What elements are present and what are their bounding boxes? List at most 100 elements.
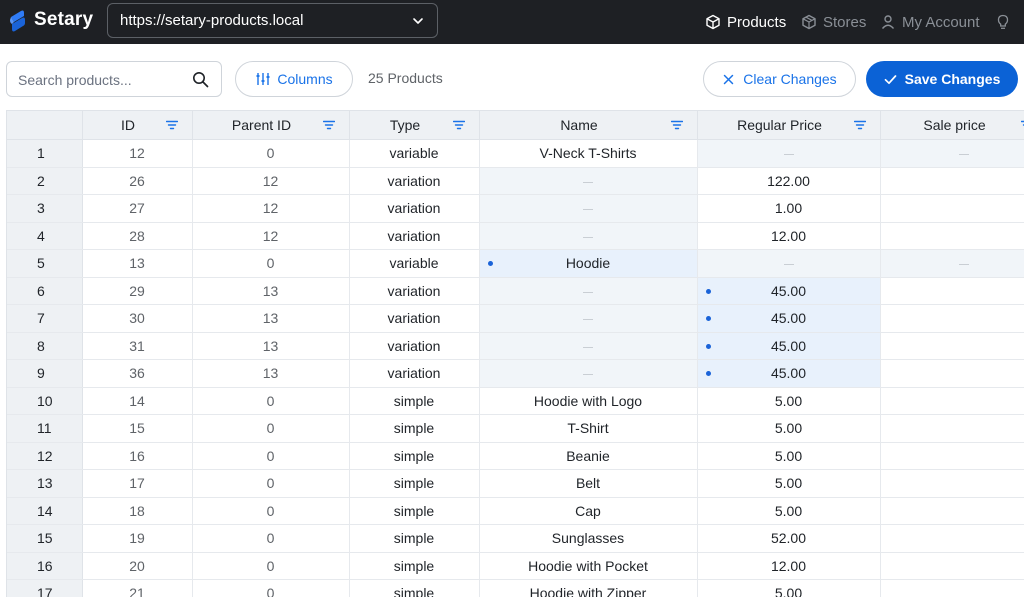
cell-id[interactable]: 18 xyxy=(82,497,193,525)
filter-icon[interactable] xyxy=(165,120,178,130)
cell-regular-price[interactable]: 5.00 xyxy=(697,442,881,470)
cell-id[interactable]: 28 xyxy=(82,222,193,250)
cell-type[interactable]: variation xyxy=(349,304,480,333)
cell-type[interactable]: simple xyxy=(349,442,480,470)
cell-sale-price[interactable] xyxy=(880,552,1024,580)
cell-name[interactable]: Hoodie with Pocket xyxy=(479,552,698,580)
cell-type[interactable]: variation xyxy=(349,167,480,195)
cell-id[interactable]: 17 xyxy=(82,469,193,498)
cell-regular-price[interactable]: 12.00 xyxy=(697,552,881,580)
row-number-header[interactable] xyxy=(7,110,83,140)
row-number[interactable]: 11 xyxy=(7,414,83,443)
cell-parent-id[interactable]: 0 xyxy=(192,249,350,278)
cell-sale-price[interactable] xyxy=(880,359,1024,388)
cell-name[interactable] xyxy=(479,222,698,250)
cell-sale-price[interactable] xyxy=(880,442,1024,470)
cell-regular-price[interactable]: 45.00 xyxy=(697,332,881,360)
row-number[interactable]: 1 xyxy=(7,139,83,168)
cell-id[interactable]: 15 xyxy=(82,414,193,443)
filter-icon[interactable] xyxy=(322,120,335,130)
cell-type[interactable]: simple xyxy=(349,552,480,580)
column-header-regular-price[interactable]: Regular Price xyxy=(697,110,881,140)
cell-regular-price[interactable]: 5.00 xyxy=(697,497,881,525)
cell-sale-price[interactable] xyxy=(880,167,1024,195)
brand[interactable]: Setary xyxy=(8,8,93,32)
cell-name[interactable] xyxy=(479,304,698,333)
cell-sale-price[interactable] xyxy=(880,414,1024,443)
cell-sale-price[interactable] xyxy=(880,194,1024,223)
cell-name[interactable]: Cap xyxy=(479,497,698,525)
row-number[interactable]: 6 xyxy=(7,277,83,305)
cell-sale-price[interactable] xyxy=(880,469,1024,498)
row-number[interactable]: 8 xyxy=(7,332,83,360)
cell-type[interactable]: simple xyxy=(349,414,480,443)
cell-type[interactable]: simple xyxy=(349,497,480,525)
row-number[interactable]: 16 xyxy=(7,552,83,580)
cell-regular-price[interactable]: 52.00 xyxy=(697,524,881,553)
cell-parent-id[interactable]: 0 xyxy=(192,497,350,525)
cell-name[interactable]: Sunglasses xyxy=(479,524,698,553)
cell-name[interactable]: Hoodie xyxy=(479,249,698,278)
cell-name[interactable] xyxy=(479,167,698,195)
cell-id[interactable]: 20 xyxy=(82,552,193,580)
cell-type[interactable]: variation xyxy=(349,194,480,223)
cell-id[interactable]: 12 xyxy=(82,139,193,168)
tips-button[interactable] xyxy=(995,0,1011,44)
search-icon[interactable] xyxy=(192,71,209,88)
cell-sale-price[interactable] xyxy=(880,497,1024,525)
cell-id[interactable]: 14 xyxy=(82,387,193,415)
cell-name[interactable]: Belt xyxy=(479,469,698,498)
cell-id[interactable]: 16 xyxy=(82,442,193,470)
cell-regular-price[interactable]: 122.00 xyxy=(697,167,881,195)
store-url-select[interactable]: https://setary-products.local xyxy=(107,3,438,38)
filter-icon[interactable] xyxy=(670,120,683,130)
cell-parent-id[interactable]: 0 xyxy=(192,414,350,443)
cell-sale-price[interactable] xyxy=(880,139,1024,168)
cell-sale-price[interactable] xyxy=(880,524,1024,553)
cell-regular-price[interactable]: 45.00 xyxy=(697,304,881,333)
cell-parent-id[interactable]: 0 xyxy=(192,387,350,415)
row-number[interactable]: 10 xyxy=(7,387,83,415)
cell-name[interactable]: Hoodie with Zipper xyxy=(479,579,698,597)
cell-type[interactable]: variation xyxy=(349,277,480,305)
cell-sale-price[interactable] xyxy=(880,332,1024,360)
cell-type[interactable]: variable xyxy=(349,249,480,278)
cell-regular-price[interactable]: 5.00 xyxy=(697,579,881,597)
cell-parent-id[interactable]: 12 xyxy=(192,167,350,195)
filter-icon[interactable] xyxy=(452,120,465,130)
cell-name[interactable]: Beanie xyxy=(479,442,698,470)
cell-regular-price[interactable] xyxy=(697,249,881,278)
cell-name[interactable] xyxy=(479,332,698,360)
row-number[interactable]: 9 xyxy=(7,359,83,388)
column-header-type[interactable]: Type xyxy=(349,110,480,140)
cell-type[interactable]: simple xyxy=(349,469,480,498)
row-number[interactable]: 15 xyxy=(7,524,83,553)
nav-stores[interactable]: Stores xyxy=(801,0,866,44)
cell-name[interactable]: Hoodie with Logo xyxy=(479,387,698,415)
nav-my-account[interactable]: My Account xyxy=(880,0,980,44)
cell-id[interactable]: 36 xyxy=(82,359,193,388)
row-number[interactable]: 4 xyxy=(7,222,83,250)
cell-sale-price[interactable] xyxy=(880,304,1024,333)
cell-type[interactable]: variation xyxy=(349,359,480,388)
cell-regular-price[interactable]: 45.00 xyxy=(697,277,881,305)
cell-sale-price[interactable] xyxy=(880,249,1024,278)
cell-type[interactable]: simple xyxy=(349,387,480,415)
cell-parent-id[interactable]: 0 xyxy=(192,552,350,580)
cell-id[interactable]: 30 xyxy=(82,304,193,333)
row-number[interactable]: 5 xyxy=(7,249,83,278)
cell-sale-price[interactable] xyxy=(880,222,1024,250)
column-header-name[interactable]: Name xyxy=(479,110,698,140)
cell-parent-id[interactable]: 13 xyxy=(192,304,350,333)
cell-parent-id[interactable]: 0 xyxy=(192,469,350,498)
cell-name[interactable]: T-Shirt xyxy=(479,414,698,443)
cell-sale-price[interactable] xyxy=(880,579,1024,597)
row-number[interactable]: 7 xyxy=(7,304,83,333)
nav-products[interactable]: Products xyxy=(705,0,786,44)
cell-parent-id[interactable]: 12 xyxy=(192,222,350,250)
clear-changes-button[interactable]: Clear Changes xyxy=(703,61,856,97)
search-box[interactable] xyxy=(6,61,222,97)
filter-icon[interactable] xyxy=(853,120,866,130)
cell-parent-id[interactable]: 0 xyxy=(192,579,350,597)
cell-parent-id[interactable]: 12 xyxy=(192,194,350,223)
